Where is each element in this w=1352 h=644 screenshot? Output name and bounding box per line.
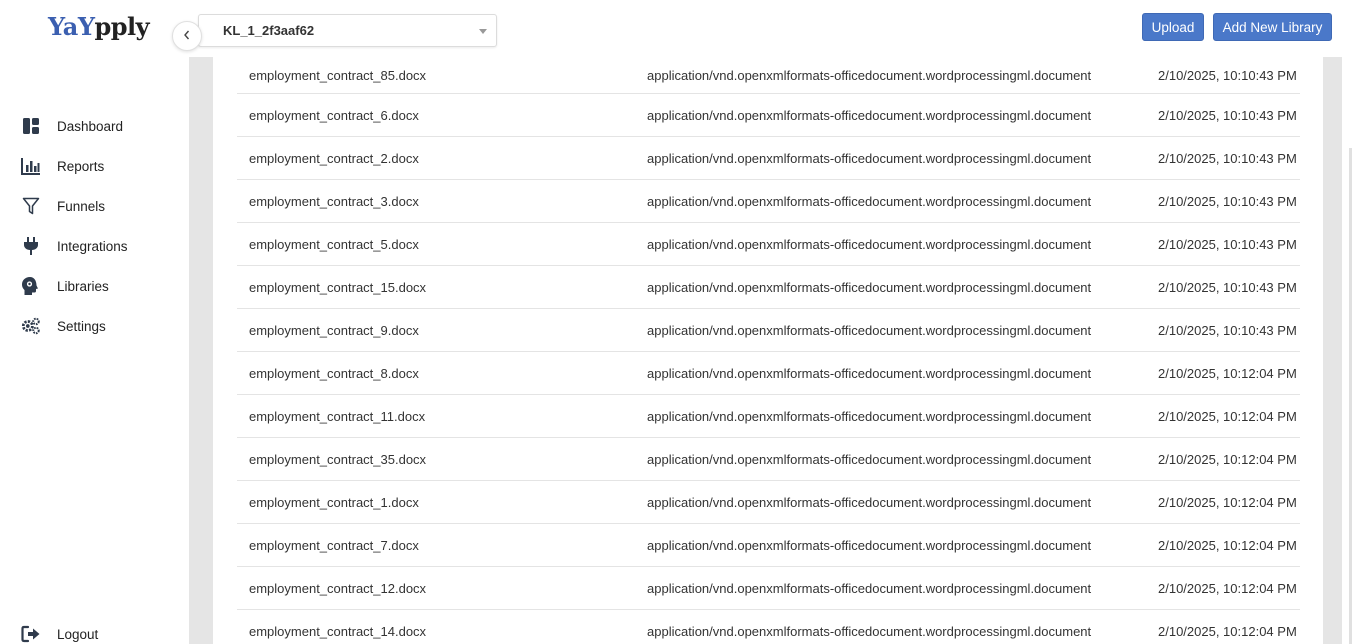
library-select-value: KL_1_2f3aaf62 [223, 23, 315, 38]
sidebar-nav: Dashboard Reports Funnels Integrations L… [0, 106, 189, 346]
doc-type: application/vnd.openxmlformats-officedoc… [647, 365, 1092, 381]
sidebar-item-label: Settings [57, 318, 106, 334]
doc-date: 2/10/2025, 10:10:43 PM [1158, 150, 1297, 166]
sidebar-item-integrations[interactable]: Integrations [0, 226, 189, 266]
table-row[interactable]: employment_contract_1.docx application/v… [237, 481, 1300, 524]
sidebar-item-dashboard[interactable]: Dashboard [0, 106, 189, 146]
chevron-left-icon [183, 27, 191, 45]
doc-name: employment_contract_5.docx [249, 236, 419, 252]
documents-card: employment_contract_85.docx application/… [213, 57, 1323, 644]
doc-date: 2/10/2025, 10:12:04 PM [1158, 580, 1297, 596]
doc-type: application/vnd.openxmlformats-officedoc… [647, 537, 1092, 553]
dashboard-icon [21, 116, 41, 136]
gears-icon [21, 316, 41, 336]
doc-name: employment_contract_2.docx [249, 150, 419, 166]
doc-type: application/vnd.openxmlformats-officedoc… [647, 623, 1092, 639]
table-row[interactable]: employment_contract_35.docx application/… [237, 438, 1300, 481]
doc-date: 2/10/2025, 10:12:04 PM [1158, 623, 1297, 639]
logo-part-3: pply [94, 12, 150, 41]
sidebar-item-label: Reports [57, 158, 105, 174]
table-row[interactable]: employment_contract_5.docx application/v… [237, 223, 1300, 266]
doc-name: employment_contract_9.docx [249, 322, 419, 338]
sidebar-item-reports[interactable]: Reports [0, 146, 189, 186]
add-new-library-button[interactable]: Add New Library [1213, 13, 1332, 41]
doc-type: application/vnd.openxmlformats-officedoc… [647, 236, 1092, 252]
doc-name: employment_contract_14.docx [249, 623, 427, 639]
chevron-down-icon [479, 29, 487, 34]
doc-name: employment_contract_7.docx [249, 537, 419, 553]
logout-icon [21, 624, 41, 644]
table-row[interactable]: employment_contract_2.docx application/v… [237, 137, 1300, 180]
doc-name: employment_contract_12.docx [249, 580, 427, 596]
sidebar-item-label: Dashboard [57, 118, 124, 134]
sidebar-item-libraries[interactable]: Libraries [0, 266, 189, 306]
sidebar-item-label: Libraries [57, 278, 109, 294]
doc-name: employment_contract_35.docx [249, 451, 427, 467]
upload-button[interactable]: Upload [1142, 13, 1204, 41]
library-select[interactable]: KL_1_2f3aaf62 [198, 14, 497, 47]
collapse-sidebar-button[interactable] [172, 21, 202, 51]
table-row[interactable]: employment_contract_8.docx application/v… [237, 352, 1300, 395]
doc-date: 2/10/2025, 10:10:43 PM [1158, 107, 1297, 123]
doc-date: 2/10/2025, 10:12:04 PM [1158, 365, 1297, 381]
sidebar-item-label: Integrations [57, 238, 128, 254]
sidebar: YaYpply Dashboard Reports Funnels Integr… [0, 0, 189, 644]
doc-name: employment_contract_11.docx [249, 408, 426, 424]
doc-date: 2/10/2025, 10:12:04 PM [1158, 451, 1297, 467]
doc-name: employment_contract_85.docx [249, 67, 427, 83]
table-row[interactable]: employment_contract_7.docx application/v… [237, 524, 1300, 567]
doc-date: 2/10/2025, 10:10:43 PM [1158, 67, 1297, 83]
table-row[interactable]: employment_contract_11.docx application/… [237, 395, 1300, 438]
doc-name: employment_contract_15.docx [249, 279, 427, 295]
doc-type: application/vnd.openxmlformats-officedoc… [647, 322, 1092, 338]
table-row[interactable]: employment_contract_85.docx application/… [237, 57, 1300, 94]
app-logo[interactable]: YaYpply [48, 12, 150, 41]
logout-button[interactable]: Logout [0, 614, 189, 644]
doc-date: 2/10/2025, 10:12:04 PM [1158, 537, 1297, 553]
doc-type: application/vnd.openxmlformats-officedoc… [647, 408, 1092, 424]
doc-date: 2/10/2025, 10:12:04 PM [1158, 494, 1297, 510]
sidebar-item-funnels[interactable]: Funnels [0, 186, 189, 226]
logo-part-1: Ya [48, 12, 78, 41]
doc-name: employment_contract_1.docx [249, 494, 419, 510]
sidebar-item-settings[interactable]: Settings [0, 306, 189, 346]
plug-icon [21, 236, 41, 256]
funnel-icon [21, 196, 41, 216]
table-row[interactable]: employment_contract_14.docx application/… [237, 610, 1300, 644]
doc-date: 2/10/2025, 10:10:43 PM [1158, 236, 1297, 252]
doc-date: 2/10/2025, 10:10:43 PM [1158, 279, 1297, 295]
doc-name: employment_contract_3.docx [249, 193, 419, 209]
bar-chart-icon [21, 156, 41, 176]
doc-type: application/vnd.openxmlformats-officedoc… [647, 67, 1092, 83]
doc-type: application/vnd.openxmlformats-officedoc… [647, 451, 1092, 467]
doc-type: application/vnd.openxmlformats-officedoc… [647, 150, 1092, 166]
doc-type: application/vnd.openxmlformats-officedoc… [647, 494, 1092, 510]
doc-name: employment_contract_8.docx [249, 365, 419, 381]
logout-label: Logout [57, 626, 99, 642]
table-row[interactable]: employment_contract_3.docx application/v… [237, 180, 1300, 223]
doc-date: 2/10/2025, 10:10:43 PM [1158, 193, 1297, 209]
doc-name: employment_contract_6.docx [249, 107, 419, 123]
brain-icon [21, 276, 41, 296]
documents-table: employment_contract_85.docx application/… [237, 57, 1300, 644]
doc-type: application/vnd.openxmlformats-officedoc… [647, 580, 1092, 596]
doc-type: application/vnd.openxmlformats-officedoc… [647, 107, 1092, 123]
table-row[interactable]: employment_contract_15.docx application/… [237, 266, 1300, 309]
doc-date: 2/10/2025, 10:10:43 PM [1158, 322, 1297, 338]
table-row[interactable]: employment_contract_12.docx application/… [237, 567, 1300, 610]
table-row[interactable]: employment_contract_9.docx application/v… [237, 309, 1300, 352]
doc-date: 2/10/2025, 10:12:04 PM [1158, 408, 1297, 424]
table-row[interactable]: employment_contract_6.docx application/v… [237, 94, 1300, 137]
doc-type: application/vnd.openxmlformats-officedoc… [647, 279, 1092, 295]
sidebar-item-label: Funnels [57, 198, 106, 214]
logo-part-2: Y [77, 12, 95, 41]
doc-type: application/vnd.openxmlformats-officedoc… [647, 193, 1092, 209]
